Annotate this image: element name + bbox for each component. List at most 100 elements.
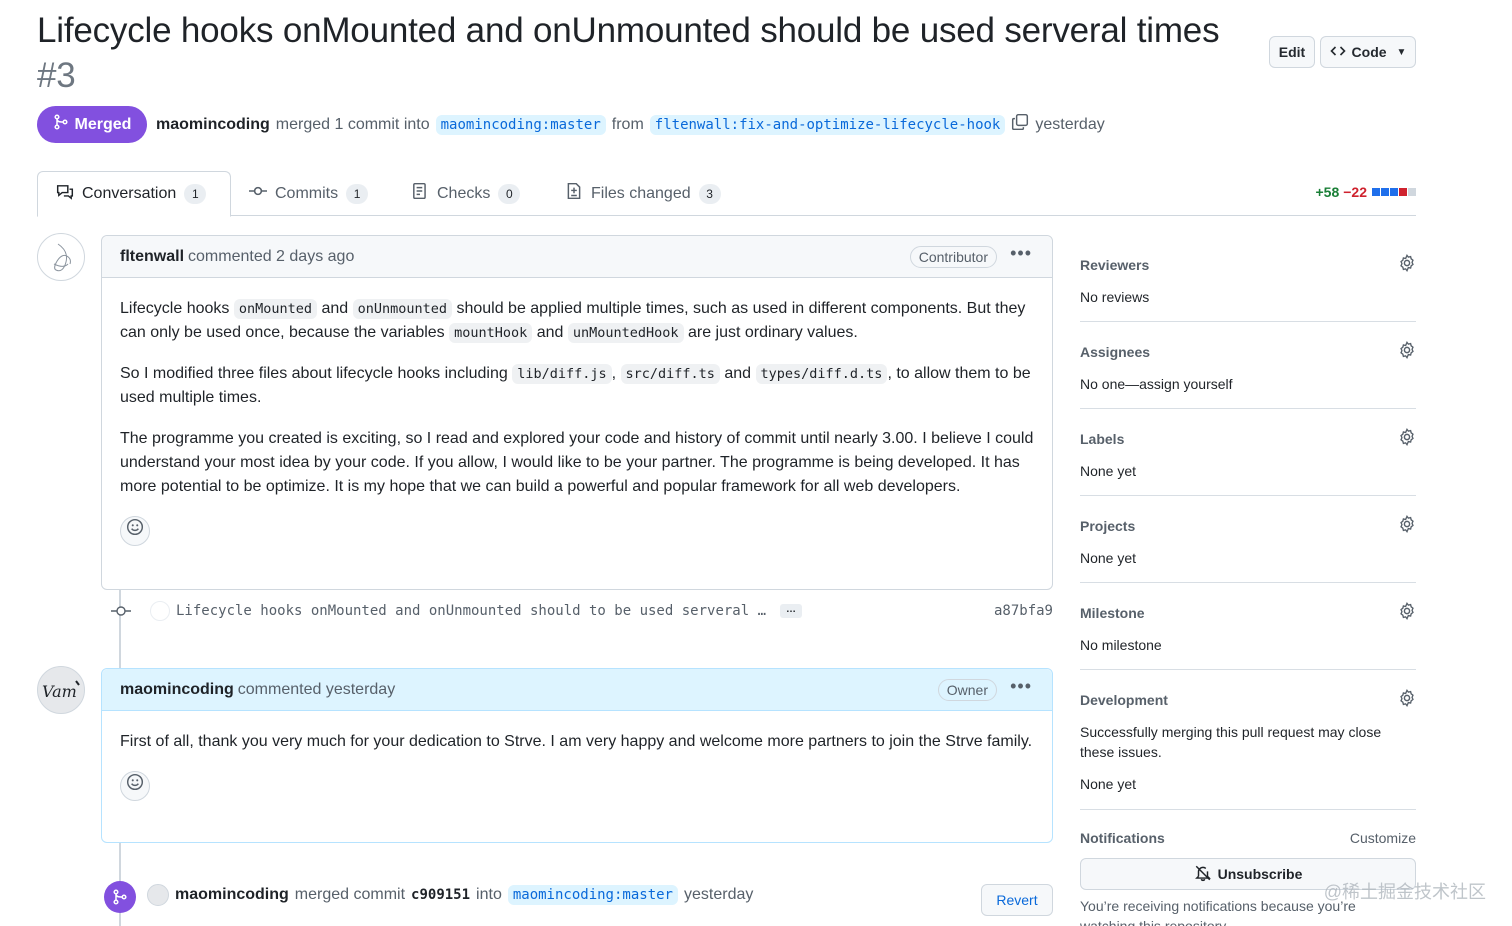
tab-checks[interactable]: Checks 0 [411, 171, 521, 216]
sidebar-notifications: Notifications Customize [1080, 830, 1416, 846]
merge-event-text: merged commit [294, 886, 406, 903]
git-commit-icon [110, 603, 132, 619]
code-icon [1329, 43, 1346, 62]
tab-commits-count: 1 [346, 183, 369, 204]
add-reaction-button[interactable] [120, 771, 150, 801]
sidebar-projects: Projects None yet [1080, 515, 1416, 583]
code-span: src/diff.ts [620, 364, 720, 384]
merge-event: maomincoding merged commit c909151 into … [147, 884, 753, 906]
code-button-label: Code [1351, 44, 1387, 60]
gear-icon[interactable] [1398, 428, 1416, 449]
file-diff-icon [565, 182, 583, 205]
text: So I modified three files about lifecycl… [120, 365, 513, 382]
merge-time[interactable]: yesterday [684, 886, 753, 904]
sidebar-heading[interactable]: Development [1080, 692, 1168, 708]
chevron-down-icon: ▼ [1396, 46, 1407, 58]
revert-button[interactable]: Revert [981, 884, 1053, 916]
tab-commits-label: Commits [275, 184, 339, 202]
tab-conversation[interactable]: Conversation 1 [37, 171, 231, 217]
commit-sha[interactable]: a87bfa9 [994, 603, 1053, 619]
comment-time[interactable]: commented yesterday [238, 681, 395, 699]
pr-title-text: Lifecycle hooks onMounted and onUnmounte… [37, 11, 1220, 50]
sidebar-description: Successfully merging this pull request m… [1080, 724, 1382, 760]
code-span: types/diff.d.ts [755, 364, 888, 384]
avatar[interactable]: Vam [37, 666, 85, 714]
git-merge-icon [104, 881, 136, 913]
sidebar-heading[interactable]: Reviewers [1080, 257, 1149, 273]
assign-yourself-link[interactable]: No one—assign yourself [1080, 374, 1416, 394]
code-span: onMounted [233, 299, 317, 319]
gear-icon[interactable] [1398, 341, 1416, 362]
sidebar-value: None yet [1080, 550, 1137, 566]
sidebar-heading[interactable]: Projects [1080, 518, 1135, 534]
sidebar-value: None yet [1080, 776, 1137, 792]
code-span: unMountedHook [567, 323, 684, 343]
tab-files-changed-count: 3 [698, 183, 721, 204]
diffstat-block [1390, 188, 1398, 196]
base-branch[interactable]: maomincoding:master [435, 114, 606, 135]
sidebar-heading: Notifications [1080, 830, 1165, 846]
git-commit-icon [249, 182, 267, 205]
merged-badge: Merged [37, 106, 147, 143]
comment-body: First of all, thank you very much for yo… [102, 711, 1052, 801]
sidebar-value: None yet [1080, 463, 1137, 479]
tab-commits[interactable]: Commits 1 [249, 171, 369, 216]
comment-header: maomincoding commented yesterday Owner •… [102, 669, 1052, 711]
base-branch[interactable]: maomincoding:master [507, 885, 678, 905]
kebab-horizontal-icon[interactable]: ••• [1010, 243, 1032, 264]
text: , [611, 365, 621, 382]
code-span: onUnmounted [352, 299, 452, 319]
expand-commit-button[interactable]: … [780, 604, 803, 618]
comment-paragraph: First of all, thank you very much for yo… [120, 733, 1033, 750]
copy-icon[interactable] [1011, 113, 1029, 136]
diffstat-bar [1371, 188, 1416, 196]
gear-icon[interactable] [1398, 602, 1416, 623]
diffstat-block [1399, 188, 1407, 196]
add-reaction-button[interactable] [120, 516, 150, 546]
gear-icon[interactable] [1398, 515, 1416, 536]
diffstat-deletions: −22 [1343, 184, 1367, 200]
comment-header: fltenwall commented 2 days ago Contribut… [102, 236, 1052, 278]
commit-message[interactable]: Lifecycle hooks onMounted and onUnmounte… [176, 603, 766, 619]
commit-event: Lifecycle hooks onMounted and onUnmounte… [110, 598, 1053, 624]
edit-button-label: Edit [1278, 44, 1306, 60]
code-span: mountHook [449, 323, 533, 343]
pr-number: #3 [37, 56, 76, 95]
avatar[interactable] [147, 884, 169, 906]
gear-icon[interactable] [1398, 689, 1416, 710]
code-span: lib/diff.js [512, 364, 612, 384]
unsubscribe-label: Unsubscribe [1217, 866, 1303, 882]
sidebar-heading[interactable]: Milestone [1080, 605, 1145, 621]
comment-time[interactable]: commented 2 days ago [188, 248, 354, 266]
avatar[interactable] [150, 601, 170, 621]
sidebar-heading[interactable]: Assignees [1080, 344, 1150, 360]
text: are just ordinary values. [683, 324, 858, 341]
merge-event-text: into [476, 886, 502, 903]
sidebar-milestone: Milestone No milestone [1080, 602, 1416, 670]
gear-icon[interactable] [1398, 254, 1416, 275]
code-button[interactable]: Code ▼ [1320, 36, 1416, 68]
tab-files-changed[interactable]: Files changed 3 [565, 171, 721, 216]
kebab-horizontal-icon[interactable]: ••• [1010, 676, 1032, 697]
role-badge: Owner [937, 679, 997, 701]
sidebar-value: No reviews [1080, 289, 1150, 305]
merger-link[interactable]: maomincoding [156, 116, 270, 134]
merge-commit-sha[interactable]: c909151 [411, 887, 470, 903]
merged-badge-label: Merged [74, 115, 132, 133]
avatar[interactable] [37, 233, 85, 281]
text: and [532, 324, 568, 341]
sidebar-heading[interactable]: Labels [1080, 431, 1124, 447]
diffstat-block [1408, 188, 1416, 196]
merge-author[interactable]: maomincoding [175, 886, 289, 904]
sidebar-development: Development Successfully merging this pu… [1080, 689, 1416, 810]
sidebar-labels: Labels None yet [1080, 428, 1416, 496]
watermark: @稀土掘金技术社区 [1323, 882, 1486, 902]
edit-button[interactable]: Edit [1269, 36, 1315, 68]
git-merge-icon [53, 114, 69, 135]
customize-link[interactable]: Customize [1350, 830, 1416, 846]
comment-author[interactable]: fltenwall [120, 248, 184, 266]
comment-card: maomincoding commented yesterday Owner •… [101, 668, 1053, 843]
sidebar-assignees: Assignees No one—assign yourself [1080, 341, 1416, 409]
head-branch[interactable]: fltenwall:fix-and-optimize-lifecycle-hoo… [649, 114, 1006, 135]
comment-author[interactable]: maomincoding [120, 681, 234, 699]
